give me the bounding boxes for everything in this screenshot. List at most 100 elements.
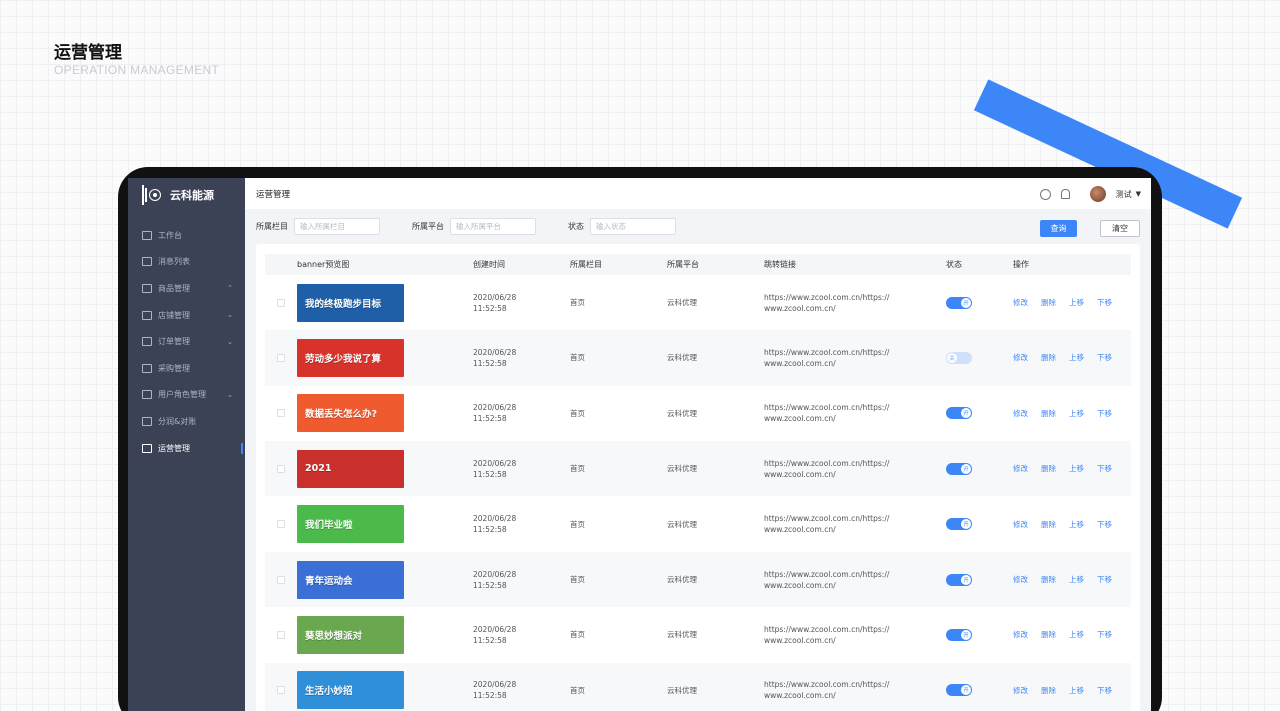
move-up-link[interactable]: 上移	[1069, 574, 1084, 585]
link-line-1[interactable]: https://www.zcool.com.cn/https://	[764, 624, 946, 635]
banner-thumbnail[interactable]: 葵思妙想派对	[297, 615, 404, 654]
move-up-link[interactable]: 上移	[1069, 519, 1084, 530]
link-line-1[interactable]: https://www.zcool.com.cn/https://	[764, 292, 946, 303]
link-line-2[interactable]: www.zcool.com.cn/	[764, 469, 946, 480]
row-checkbox[interactable]	[277, 630, 285, 639]
link-line-2[interactable]: www.zcool.com.cn/	[764, 635, 946, 646]
link-line-1[interactable]: https://www.zcool.com.cn/https://	[764, 458, 946, 469]
filter-status-input[interactable]: 输入状态	[590, 217, 676, 235]
move-down-link[interactable]: 下移	[1097, 519, 1112, 530]
banner-thumbnail[interactable]: 劳动多少我说了算	[297, 338, 404, 377]
row-checkbox[interactable]	[277, 686, 285, 695]
row-checkbox[interactable]	[277, 409, 285, 418]
banner-thumbnail[interactable]: 生活小妙招	[297, 671, 404, 710]
move-up-link[interactable]: 上移	[1069, 629, 1084, 640]
move-up-link[interactable]: 上移	[1069, 297, 1084, 308]
delete-link[interactable]: 删除	[1041, 463, 1056, 474]
move-up-link[interactable]: 上移	[1069, 352, 1084, 363]
edit-link[interactable]: 修改	[1013, 408, 1028, 419]
chevron-icon[interactable]: ⌃	[227, 284, 233, 292]
edit-link[interactable]: 修改	[1013, 574, 1028, 585]
delete-link[interactable]: 删除	[1041, 352, 1056, 363]
move-up-link[interactable]: 上移	[1069, 685, 1084, 696]
link-line-2[interactable]: www.zcool.com.cn/	[764, 413, 946, 424]
delete-link[interactable]: 删除	[1041, 519, 1056, 530]
filter-column-input[interactable]: 输入所属栏目	[294, 217, 380, 235]
status-toggle[interactable]: 开	[946, 573, 972, 586]
edit-link[interactable]: 修改	[1013, 629, 1028, 640]
avatar[interactable]	[1089, 186, 1106, 202]
move-down-link[interactable]: 下移	[1097, 297, 1112, 308]
link-line-2[interactable]: www.zcool.com.cn/	[764, 580, 946, 591]
link-line-1[interactable]: https://www.zcool.com.cn/https://	[764, 402, 946, 413]
row-checkbox[interactable]	[277, 464, 285, 473]
delete-link[interactable]: 删除	[1041, 574, 1056, 585]
link-line-1[interactable]: https://www.zcool.com.cn/https://	[764, 347, 946, 358]
move-down-link[interactable]: 下移	[1097, 685, 1112, 696]
move-up-link[interactable]: 上移	[1069, 408, 1084, 419]
link-line-1[interactable]: https://www.zcool.com.cn/https://	[764, 513, 946, 524]
sidebar-item-7[interactable]: 分润&对账	[128, 408, 245, 435]
chevron-icon[interactable]: ⌄	[227, 311, 233, 319]
link-line-2[interactable]: www.zcool.com.cn/	[764, 358, 946, 369]
move-down-link[interactable]: 下移	[1097, 463, 1112, 474]
status-toggle[interactable]: 开	[946, 462, 972, 475]
created-date: 2020/06/28	[473, 680, 517, 690]
move-down-link[interactable]: 下移	[1097, 352, 1112, 363]
filter-bar: 所属栏目 输入所属栏目 所属平台 输入所属平台 状态 输入状态 查询 清空	[245, 209, 1151, 244]
link-line-1[interactable]: https://www.zcool.com.cn/https://	[764, 569, 946, 580]
row-checkbox[interactable]	[277, 353, 285, 362]
move-down-link[interactable]: 下移	[1097, 408, 1112, 419]
logo[interactable]: 云科能源	[128, 178, 245, 212]
user-name[interactable]: 测试	[1116, 189, 1132, 200]
sidebar-item-5[interactable]: 采购管理	[128, 355, 245, 382]
move-down-link[interactable]: 下移	[1097, 574, 1112, 585]
chevron-icon[interactable]: ⌄	[227, 338, 233, 346]
edit-link[interactable]: 修改	[1013, 297, 1028, 308]
clear-button[interactable]: 清空	[1100, 220, 1140, 238]
delete-link[interactable]: 删除	[1041, 297, 1056, 308]
sidebar-item-4[interactable]: 订单管理 ⌄	[128, 328, 245, 355]
sidebar-item-6[interactable]: 用户角色管理 ⌄	[128, 382, 245, 409]
status-toggle[interactable]: 开	[946, 407, 972, 420]
link-line-2[interactable]: www.zcool.com.cn/	[764, 524, 946, 535]
move-up-link[interactable]: 上移	[1069, 463, 1084, 474]
row-checkbox[interactable]	[277, 575, 285, 584]
delete-link[interactable]: 删除	[1041, 408, 1056, 419]
query-button[interactable]: 查询	[1040, 220, 1077, 238]
link-line-2[interactable]: www.zcool.com.cn/	[764, 690, 946, 701]
move-down-link[interactable]: 下移	[1097, 629, 1112, 640]
sidebar-item-8[interactable]: 运营管理	[128, 435, 245, 462]
status-toggle[interactable]: 开	[946, 518, 972, 531]
bell-icon[interactable]	[1060, 189, 1070, 199]
link-line-2[interactable]: www.zcool.com.cn/	[764, 303, 946, 314]
sidebar-item-1[interactable]: 消息列表	[128, 249, 245, 276]
link-line-1[interactable]: https://www.zcool.com.cn/https://	[764, 679, 946, 690]
row-checkbox[interactable]	[277, 298, 285, 307]
delete-link[interactable]: 删除	[1041, 629, 1056, 640]
status-toggle[interactable]: 开	[946, 296, 972, 309]
banner-thumbnail[interactable]: 我的终极跑步目标	[297, 283, 404, 322]
status-toggle[interactable]: 开	[946, 684, 972, 697]
created-date: 2020/06/28	[473, 292, 517, 302]
sidebar-item-0[interactable]: 工作台	[128, 222, 245, 249]
caret-down-icon[interactable]: ▼	[1136, 190, 1141, 198]
sidebar-item-2[interactable]: 商品管理 ⌃	[128, 275, 245, 302]
edit-link[interactable]: 修改	[1013, 519, 1028, 530]
filter-platform-input[interactable]: 输入所属平台	[450, 217, 536, 235]
row-checkbox[interactable]	[277, 520, 285, 529]
status-toggle[interactable]: 开	[946, 628, 972, 641]
table-row: 葵思妙想派对 2020/06/28 11:52:58 首页 云科优理 https://ww…	[265, 607, 1131, 662]
sidebar-item-3[interactable]: 店铺管理 ⌄	[128, 302, 245, 329]
banner-thumbnail[interactable]: 我们毕业啦	[297, 505, 404, 544]
edit-link[interactable]: 修改	[1013, 685, 1028, 696]
delete-link[interactable]: 删除	[1041, 685, 1056, 696]
search-icon[interactable]	[1039, 188, 1051, 200]
status-toggle[interactable]: 关	[946, 351, 972, 364]
banner-thumbnail[interactable]: 数据丢失怎么办?	[297, 394, 404, 433]
chevron-icon[interactable]: ⌄	[227, 391, 233, 399]
edit-link[interactable]: 修改	[1013, 352, 1028, 363]
banner-thumbnail[interactable]: 青年运动会	[297, 560, 404, 599]
banner-thumbnail[interactable]: 2021	[297, 449, 404, 488]
edit-link[interactable]: 修改	[1013, 463, 1028, 474]
